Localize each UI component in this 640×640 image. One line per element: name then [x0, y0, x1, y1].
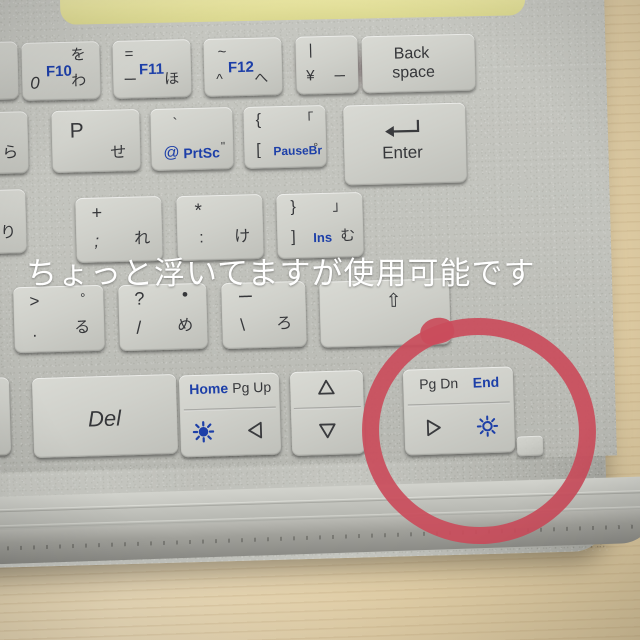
key-ra-sub-glyph: ら: [2, 144, 19, 162]
key-0-f10-top-glyph: を: [70, 46, 86, 64]
key-brace-ins-top-right-glyph: 」: [332, 197, 347, 214]
key-bracket-pausebr-top-right-glyph: 「: [299, 110, 314, 127]
key-gt-period-sub-glyph: る: [74, 319, 91, 337]
key-minus-f11[interactable]: = F11 ー ほ: [112, 39, 192, 99]
key-ra[interactable]: ら: [0, 111, 29, 175]
key-backspace[interactable]: Back space: [361, 33, 476, 94]
key-del-label: Del: [87, 405, 122, 432]
key-ri-sub-glyph: り: [0, 224, 17, 242]
key-gt-period-main-glyph: .: [32, 321, 38, 341]
key-backspace-label-line1: Back: [393, 44, 430, 63]
shift-arrow-icon: ⇧: [385, 290, 402, 312]
key-del[interactable]: Del: [31, 373, 179, 459]
key-home-label: Home: [188, 380, 229, 398]
key-p-sub-glyph: せ: [110, 144, 127, 162]
key-caret-f12-sub-glyph: へ: [254, 69, 269, 86]
key-yen[interactable]: | ¥ ー: [295, 35, 359, 95]
key-at-prtsc-main-glyph: @: [163, 144, 180, 162]
key-0-f10[interactable]: を F10 0 わ: [21, 41, 101, 101]
key-asterisk-colon-top-glyph: *: [194, 200, 203, 222]
key-gt-period[interactable]: > ° . る: [13, 284, 105, 354]
key-caret-f12[interactable]: ~ F12 ^ へ: [203, 37, 283, 97]
key-minus-f11-top-glyph: =: [124, 45, 134, 63]
key-caret-f12-fn-label: F12: [227, 58, 255, 77]
key-at-prtsc-fn-label: PrtSc: [183, 144, 221, 162]
key-caret-f12-main-glyph: ^: [216, 70, 224, 87]
key-at-prtsc-sub-glyph: ": [220, 139, 226, 154]
key-at-prtsc[interactable]: ` @ PrtSc ": [150, 107, 234, 171]
key-minus-f11-sub-glyph: ほ: [164, 70, 180, 88]
key-caret-f12-top-glyph: ~: [217, 43, 227, 61]
key-brace-ins-fn-label: Ins: [313, 229, 333, 246]
key-up-down-divider: [293, 406, 361, 410]
key-at-prtsc-top-glyph: `: [172, 115, 178, 133]
key-enter-label: Enter: [381, 142, 424, 163]
key-brace-ins-main-glyph: ]: [291, 228, 296, 246]
key-question-slash[interactable]: ? ● / め: [118, 282, 208, 352]
key-bracket-pausebr-sub-glyph: °: [313, 140, 319, 155]
key-minus-f11-main-glyph: ー: [123, 71, 138, 88]
key-pgup-label: Pg Up: [232, 378, 272, 396]
key-bracket-pausebr-main-glyph: [: [256, 141, 261, 159]
key-plus-semicolon-sub-glyph: れ: [134, 230, 151, 248]
brightness-sun-icon: [192, 421, 215, 443]
key-p[interactable]: P せ: [51, 108, 141, 174]
key-plus-semicolon-top-glyph: +: [91, 202, 103, 223]
key-minus-f11-fn-label: F11: [138, 60, 165, 79]
key-up-down[interactable]: [289, 369, 366, 457]
enter-arrow-icon: [385, 119, 420, 137]
key-bracket-pausebr[interactable]: { 「 [ PauseBr °: [243, 105, 327, 169]
key-0-f10-sub-glyph: わ: [71, 72, 87, 90]
key-home-pgup-left[interactable]: Home Pg Up: [178, 372, 282, 458]
key-p-main-glyph: P: [69, 119, 85, 143]
key-underscore-backslash-main-glyph: \: [240, 315, 246, 335]
key-yen-main-glyph: ¥: [306, 67, 315, 85]
arrow-left-icon: [248, 421, 263, 439]
photo-canvas: を F10 0 わ = F11 ー ほ ~ F12 ^ へ | ¥ ー Back…: [0, 0, 640, 640]
key-yen-sub-glyph: ー: [333, 68, 347, 84]
arrow-down-icon: [319, 423, 336, 439]
key-asterisk-colon-sub-glyph: け: [234, 228, 251, 246]
key-backspace-label-line2: space: [392, 63, 436, 82]
key-asterisk-colon-main-glyph: :: [199, 229, 204, 247]
key-bracket-pausebr-top-left-glyph: {: [255, 111, 262, 129]
key-0-f10-fn-label: F10: [45, 62, 73, 81]
key-brace-ins-sub-glyph: む: [340, 227, 356, 245]
key-0-f10-main-glyph: 0: [30, 73, 40, 93]
key-underscore-backslash-sub-glyph: ろ: [276, 315, 293, 333]
key-home-pgup-divider: [183, 406, 276, 412]
key-question-slash-main-glyph: /: [136, 317, 142, 338]
key-enter[interactable]: Enter: [343, 102, 467, 186]
arrow-up-icon: [318, 379, 335, 395]
key-ri[interactable]: り: [0, 189, 27, 255]
japanese-caption-overlay: ちょっと浮いてますが使用可能です: [26, 256, 536, 292]
key-partial-left-row1[interactable]: [0, 41, 19, 101]
key-gt-period-top-left-glyph: >: [29, 291, 40, 311]
key-brace-ins-top-left-glyph: }: [290, 198, 297, 216]
key-question-slash-sub-glyph: め: [177, 317, 194, 335]
key-gt-period-top-right-glyph: °: [80, 290, 86, 306]
key-yen-top-glyph: |: [308, 41, 313, 59]
